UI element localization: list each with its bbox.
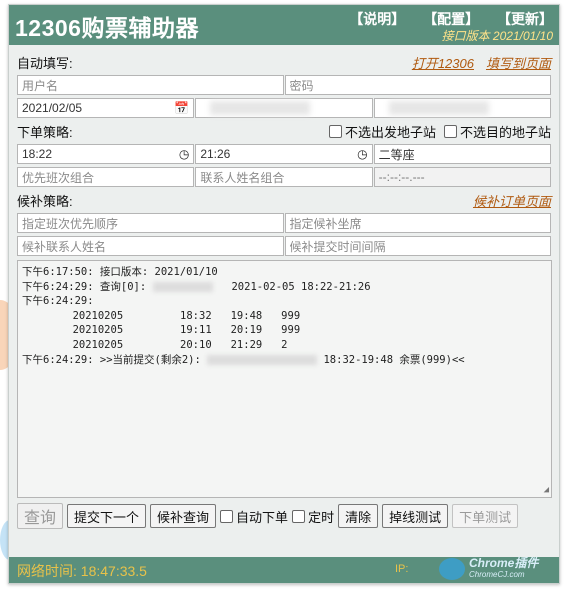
train-combo-input[interactable]: 优先班次组合 [17, 167, 195, 187]
submit-next-button[interactable]: 提交下一个 [67, 504, 147, 528]
header-links: 【说明】 【配置】 【更新】 [335, 9, 553, 29]
from-station-input[interactable] [195, 98, 373, 118]
update-link[interactable]: 【更新】 [497, 11, 553, 27]
watermark-icon [439, 558, 465, 580]
watermark-text: Chrome插件 ChromeCJ.com [469, 556, 539, 580]
train-order-input[interactable]: 指定班次优先顺序 [17, 213, 284, 233]
log-textarea[interactable]: 下午6:17:50: 接口版本: 2021/01/10 下午6:24:29: 查… [17, 260, 552, 498]
seat-type-input[interactable]: 二等座 [373, 144, 551, 164]
action-bar: 查询 提交下一个 候补查询 自动下单 定时 清除 掉线测试 下单测试 [17, 503, 551, 529]
checkbox-box[interactable] [220, 509, 234, 523]
start-time-value: 18:22 [22, 147, 53, 161]
no-sub-to-checkbox[interactable]: 不选目的地子站 [443, 122, 551, 141]
timer-checkbox[interactable]: 定时 [292, 507, 334, 526]
log-text: 18:32-19:48 余票(999)<< [323, 353, 465, 366]
calendar-icon[interactable]: 📅 [174, 101, 189, 115]
disconnect-test-button[interactable]: 掉线测试 [382, 504, 449, 528]
log-text: 下午6:24:29: >>当前提交(剩余2): [22, 353, 201, 366]
extension-popup: 12306购票辅助器 【说明】 【配置】 【更新】 接口版本 2021/01/1… [8, 4, 560, 584]
date-value: 2021/02/05 [22, 101, 83, 115]
log-line: 20210205 20:10 21:29 2 [22, 338, 288, 351]
log-line: 20210205 19:11 20:19 999 [22, 324, 301, 337]
checkbox-label: 自动下单 [236, 509, 289, 525]
log-line: 20210205 18:32 19:48 999 [22, 309, 301, 322]
checkbox-box[interactable] [443, 124, 457, 138]
checkbox-label: 不选出发地子站 [344, 124, 436, 140]
network-time: 网络时间: 18:47:33.5 [17, 563, 147, 579]
waitlist-seat-input[interactable]: 指定候补坐席 [284, 213, 551, 233]
log-line: 下午6:24:29: 查询[0]: 2021-02-05 18:22-21:26 [22, 280, 547, 295]
clear-button[interactable]: 清除 [338, 504, 379, 528]
contact-combo-input[interactable]: 联系人姓名组合 [195, 167, 373, 187]
watermark-logo: Chrome插件 ChromeCJ.com [439, 556, 539, 580]
waitlist-interval-input[interactable]: 候补提交时间间隔 [284, 236, 551, 256]
checkbox-box[interactable] [328, 124, 342, 138]
submit-time-input[interactable]: --:--:--.--- [373, 167, 551, 187]
order-test-button[interactable]: 下单测试 [452, 504, 519, 528]
footer: 网络时间: 18:47:33.5 IP: Chrome插件 ChromeCJ.c… [9, 557, 559, 583]
date-input[interactable]: 2021/02/05 📅 [17, 98, 195, 118]
open-12306-link[interactable]: 打开12306 [412, 53, 474, 72]
resize-handle-icon[interactable]: ◢ [544, 485, 549, 495]
redacted-content [388, 101, 489, 115]
log-line: 下午6:17:50: 接口版本: 2021/01/10 [22, 266, 218, 278]
clock-icon[interactable]: ◷ [357, 147, 367, 161]
waitlist-query-button[interactable]: 候补查询 [150, 504, 217, 528]
api-version: 接口版本 2021/01/10 [441, 29, 553, 43]
config-link[interactable]: 【配置】 [423, 11, 479, 27]
ip-label: IP: [395, 563, 409, 575]
to-station-input[interactable] [373, 98, 551, 118]
waitlist-contact-input[interactable]: 候补联系人姓名 [17, 236, 284, 256]
main-form: 自动填写: 打开12306 填写到页面 用户名 密码 2021/02/05 📅 … [9, 45, 559, 529]
redacted-content [210, 101, 311, 115]
watermark-subtitle: ChromeCJ.com [469, 570, 525, 579]
help-link[interactable]: 【说明】 [349, 11, 405, 27]
autofill-label: 自动填写: [17, 55, 73, 71]
end-time-value: 21:26 [200, 147, 231, 161]
app-title: 12306购票辅助器 [15, 15, 199, 41]
checkbox-box[interactable] [292, 509, 306, 523]
checkbox-label: 定时 [308, 509, 335, 525]
username-input[interactable]: 用户名 [17, 75, 284, 95]
checkbox-label: 不选目的地子站 [459, 124, 551, 140]
waitlist-label: 候补策略: [17, 193, 73, 209]
redacted-content [207, 354, 318, 365]
strategy-label: 下单策略: [17, 124, 73, 140]
log-line: 下午6:24:29: >>当前提交(剩余2): 18:32-19:48 余票(9… [22, 353, 547, 368]
log-line: 下午6:24:29: [22, 295, 94, 308]
clock-icon[interactable]: ◷ [179, 147, 189, 161]
password-input[interactable]: 密码 [284, 75, 551, 95]
redacted-content [152, 281, 213, 292]
fill-page-link[interactable]: 填写到页面 [486, 53, 551, 72]
no-sub-from-checkbox[interactable]: 不选出发地子站 [328, 122, 436, 141]
watermark-title: Chrome插件 [469, 556, 539, 570]
auto-order-checkbox[interactable]: 自动下单 [220, 507, 288, 526]
log-text: 下午6:24:29: 查询[0]: [22, 280, 147, 293]
header: 12306购票辅助器 【说明】 【配置】 【更新】 接口版本 2021/01/1… [9, 5, 559, 45]
waitlist-order-link[interactable]: 候补订单页面 [473, 191, 551, 210]
log-text: 2021-02-05 18:22-21:26 [231, 280, 371, 293]
end-time-input[interactable]: 21:26 ◷ [195, 144, 373, 164]
query-button[interactable]: 查询 [17, 503, 64, 529]
start-time-input[interactable]: 18:22 ◷ [17, 144, 195, 164]
